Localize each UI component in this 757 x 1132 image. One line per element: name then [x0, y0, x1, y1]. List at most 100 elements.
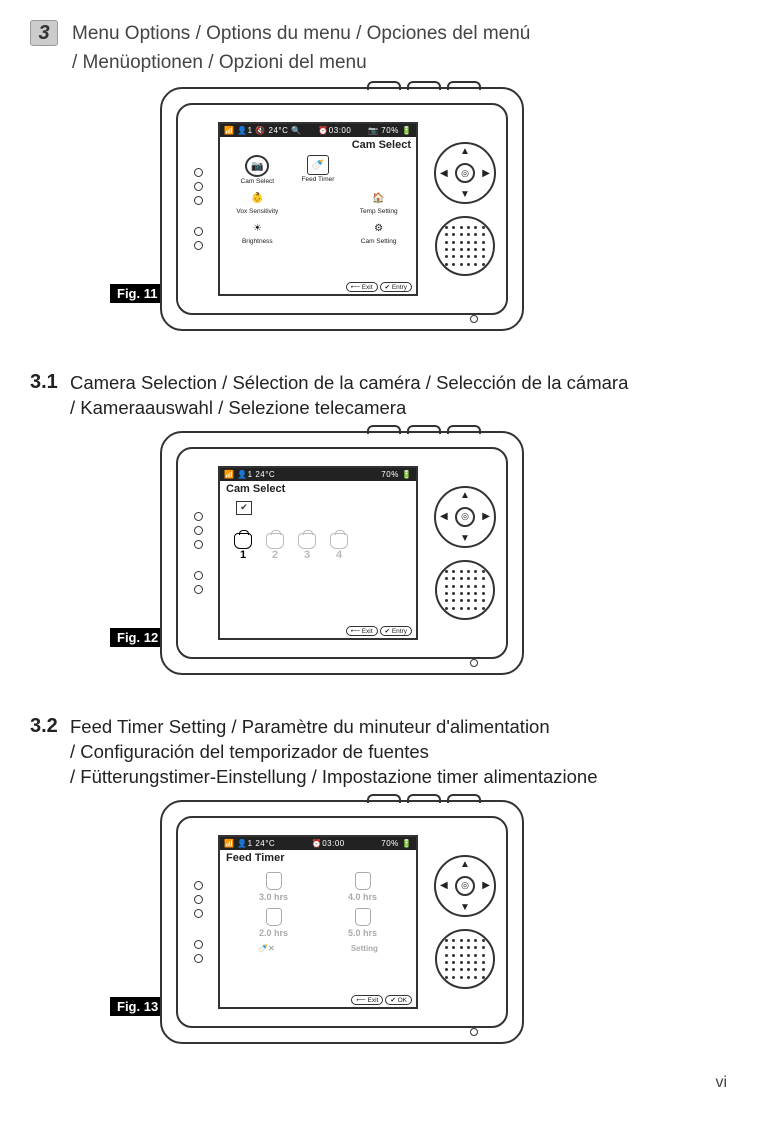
- screen-title: Cam Select: [220, 481, 416, 495]
- bottle-off-icon[interactable]: 🍼✕: [258, 944, 275, 953]
- dpad[interactable]: ▲ ▼ ◀ ▶ ◎: [434, 142, 496, 204]
- label: 4: [336, 549, 342, 561]
- status-mid: ⏰03:00: [318, 126, 351, 135]
- menu-grid: 📷Cam Select 🍼Feed Timer 👶Vox Sensitivity…: [220, 151, 416, 249]
- side-button[interactable]: [194, 954, 203, 963]
- title-line2: / Menüoptionen / Opzioni del menu: [72, 52, 367, 73]
- label: Vox Sensitivity: [236, 208, 278, 215]
- label: Brightness: [242, 238, 273, 245]
- title-line1: Menu Options / Options du menu / Opcione…: [72, 23, 530, 44]
- sub-number: 3.2: [30, 715, 70, 738]
- left-arrow-icon[interactable]: ◀: [440, 880, 448, 891]
- side-button[interactable]: [194, 196, 203, 205]
- down-arrow-icon[interactable]: ▼: [460, 189, 470, 200]
- right-controls: ▲ ▼ ◀ ▶ ◎: [424, 486, 506, 620]
- side-button[interactable]: [194, 182, 203, 191]
- line: / Fütterungstimer-Einstellung / Impostaz…: [70, 766, 598, 787]
- side-button[interactable]: [194, 168, 203, 177]
- timer-2hrs[interactable]: 2.0 hrs: [238, 908, 309, 938]
- section-number: 3: [30, 20, 58, 46]
- label: 3: [304, 549, 310, 561]
- side-button[interactable]: [194, 571, 203, 580]
- left-arrow-icon[interactable]: ◀: [440, 168, 448, 179]
- house-icon: 🏠: [369, 189, 389, 207]
- entry-button[interactable]: ✔ Entry: [380, 626, 412, 636]
- up-arrow-icon[interactable]: ▲: [460, 490, 470, 501]
- section-title: Menu Options / Options du menu / Opcione…: [72, 20, 530, 77]
- ok-button[interactable]: ✔ OK: [385, 995, 412, 1005]
- center-button[interactable]: ◎: [455, 163, 475, 183]
- bottle-icon: [355, 872, 371, 890]
- antenna-icon: [367, 81, 401, 90]
- left-arrow-icon[interactable]: ◀: [440, 511, 448, 522]
- antenna-icon: [447, 81, 481, 90]
- camera-2[interactable]: 2: [266, 533, 284, 561]
- camera-4[interactable]: 4: [330, 533, 348, 561]
- menu-item-cam-setting[interactable]: ⚙Cam Setting: [351, 219, 406, 245]
- line: / Kameraauswahl / Selezione telecamera: [70, 397, 406, 418]
- side-button[interactable]: [194, 540, 203, 549]
- label: 4.0 hrs: [348, 892, 377, 902]
- menu-item-cam-select[interactable]: 📷Cam Select: [230, 155, 285, 185]
- side-buttons: [184, 168, 212, 250]
- section-3-header: 3 Menu Options / Options du menu / Opcio…: [30, 20, 727, 77]
- side-button[interactable]: [194, 909, 203, 918]
- camera-1[interactable]: 1: [234, 533, 252, 561]
- status-left: 📶 👤1 24°C: [224, 470, 275, 479]
- right-arrow-icon[interactable]: ▶: [482, 511, 490, 522]
- menu-item-brightness[interactable]: ☀Brightness: [230, 219, 285, 245]
- side-button[interactable]: [194, 940, 203, 949]
- menu-item-vox[interactable]: 👶Vox Sensitivity: [230, 189, 285, 215]
- screen-footer: ⟵ Exit ✔ OK: [351, 995, 412, 1005]
- fig-label: Fig. 12: [110, 628, 165, 647]
- device-inner: 📶 👤1 24°C 70% 🔋 Cam Select ✔ 1 2 3 4 ⟵ E…: [176, 447, 508, 659]
- timer-3hrs[interactable]: 3.0 hrs: [238, 872, 309, 902]
- up-arrow-icon[interactable]: ▲: [460, 146, 470, 157]
- exit-button[interactable]: ⟵ Exit: [351, 995, 383, 1005]
- status-right: 70% 🔋: [381, 839, 412, 848]
- right-controls: ▲ ▼ ◀ ▶ ◎: [424, 142, 506, 276]
- side-buttons: [184, 512, 212, 594]
- sub-text: Feed Timer Setting / Paramètre du minute…: [70, 715, 598, 790]
- side-button[interactable]: [194, 512, 203, 521]
- down-arrow-icon[interactable]: ▼: [460, 533, 470, 544]
- speaker-grille: [435, 929, 495, 989]
- side-button[interactable]: [194, 585, 203, 594]
- status-right: 70% 🔋: [381, 470, 412, 479]
- entry-button[interactable]: ✔ Entry: [380, 282, 412, 292]
- menu-item-feed-timer[interactable]: 🍼Feed Timer: [291, 155, 346, 185]
- up-arrow-icon[interactable]: ▲: [460, 859, 470, 870]
- lcd-screen: 📶 👤1 🔇 24°C 🔍 ⏰03:00 📷 70% 🔋 Cam Select …: [218, 122, 418, 296]
- menu-item-temp[interactable]: 🏠Temp Setting: [351, 189, 406, 215]
- timer-4hrs[interactable]: 4.0 hrs: [327, 872, 398, 902]
- label: 5.0 hrs: [348, 928, 377, 938]
- exit-button[interactable]: ⟵ Exit: [346, 626, 378, 636]
- label: Feed Timer: [302, 176, 335, 183]
- antenna-icon: [367, 425, 401, 434]
- side-button[interactable]: [194, 241, 203, 250]
- dpad[interactable]: ▲ ▼ ◀ ▶ ◎: [434, 486, 496, 548]
- right-arrow-icon[interactable]: ▶: [482, 880, 490, 891]
- person-icon: [266, 533, 284, 549]
- person-icon: [298, 533, 316, 549]
- mic-hole: [470, 1028, 478, 1036]
- side-button[interactable]: [194, 881, 203, 890]
- side-button[interactable]: [194, 227, 203, 236]
- label: 3.0 hrs: [259, 892, 288, 902]
- center-button[interactable]: ◎: [455, 876, 475, 896]
- status-bar: 📶 👤1 24°C ⏰03:00 70% 🔋: [220, 837, 416, 850]
- timer-5hrs[interactable]: 5.0 hrs: [327, 908, 398, 938]
- sun-icon: ☀: [247, 219, 267, 237]
- center-button[interactable]: ◎: [455, 507, 475, 527]
- label: 2: [272, 549, 278, 561]
- exit-button[interactable]: ⟵ Exit: [346, 282, 378, 292]
- side-button[interactable]: [194, 526, 203, 535]
- side-button[interactable]: [194, 895, 203, 904]
- setting-label[interactable]: Setting: [351, 944, 378, 953]
- camera-3[interactable]: 3: [298, 533, 316, 561]
- lcd-screen: 📶 👤1 24°C ⏰03:00 70% 🔋 Feed Timer 3.0 hr…: [218, 835, 418, 1009]
- down-arrow-icon[interactable]: ▼: [460, 902, 470, 913]
- right-arrow-icon[interactable]: ▶: [482, 168, 490, 179]
- bottle-icon: [355, 908, 371, 926]
- dpad[interactable]: ▲ ▼ ◀ ▶ ◎: [434, 855, 496, 917]
